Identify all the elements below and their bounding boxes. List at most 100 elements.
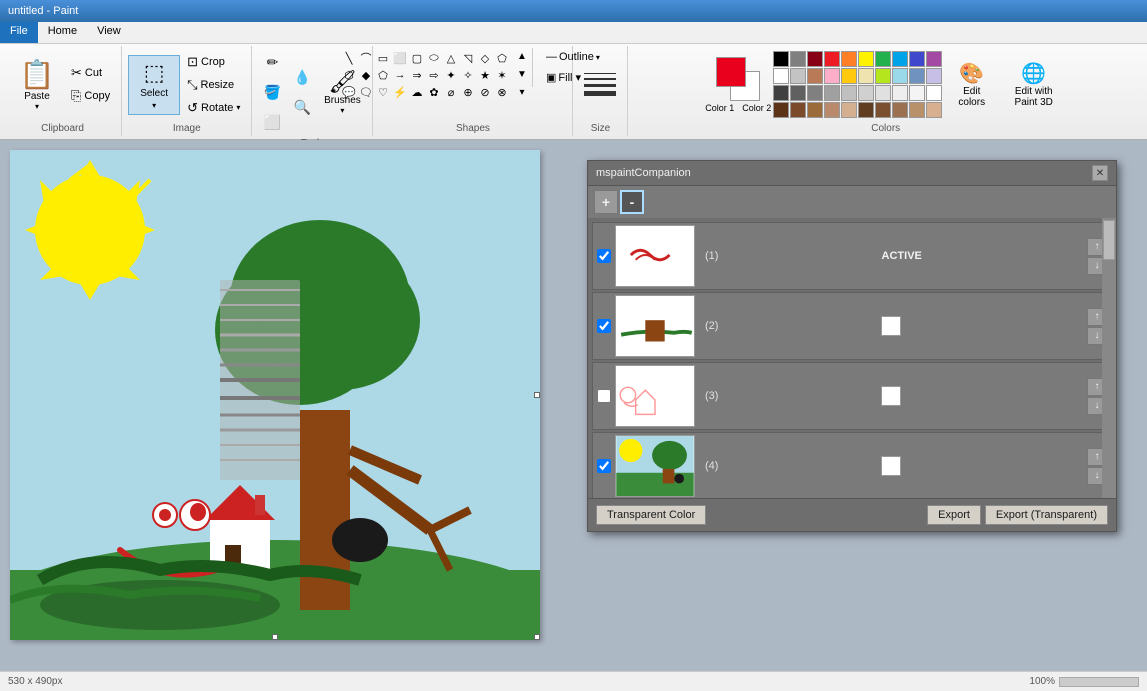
companion-close-button[interactable]: ✕ <box>1092 165 1108 181</box>
color-swatch[interactable] <box>926 68 942 84</box>
shape-star5[interactable]: ★ <box>477 67 493 83</box>
edit-with-3d-button[interactable]: 🌐 Edit with Paint 3D <box>1001 56 1066 113</box>
shape-triangle[interactable]: △ <box>443 50 459 66</box>
rotate-button[interactable]: ↺ Rotate ▾ <box>182 97 245 119</box>
crop-button[interactable]: ⊡ Crop <box>182 51 245 73</box>
shape-4arrow[interactable]: ✦ <box>443 67 459 83</box>
shapes-scroll-up[interactable]: ▲ <box>514 48 530 64</box>
shapes-scroll-more[interactable]: ▾ <box>514 84 530 100</box>
shape-arrow[interactable]: → <box>392 67 408 83</box>
color-swatch[interactable] <box>892 85 908 101</box>
color-swatch[interactable] <box>807 68 823 84</box>
color-swatch[interactable] <box>841 68 857 84</box>
color-swatch[interactable] <box>790 68 806 84</box>
menu-home[interactable]: Home <box>38 22 87 43</box>
color-swatch[interactable] <box>824 85 840 101</box>
shape-arrow2[interactable]: ⇒ <box>409 67 425 83</box>
color-swatch[interactable] <box>875 68 891 84</box>
color-swatch[interactable] <box>807 51 823 67</box>
layers-scrollbar[interactable] <box>1102 218 1116 498</box>
paste-button[interactable]: 📋 Paste ▾ <box>10 48 64 121</box>
color-swatch[interactable] <box>926 102 942 118</box>
eraser-button[interactable]: ⬜ <box>258 108 286 136</box>
shape-custom2[interactable]: ✿ <box>426 84 442 100</box>
layer-1-checkbox[interactable] <box>597 249 611 263</box>
resize-handle-bm[interactable] <box>272 634 278 640</box>
color-swatch[interactable] <box>909 51 925 67</box>
color1-swatch[interactable] <box>716 57 746 87</box>
scrollbar-thumb[interactable] <box>1103 220 1115 260</box>
color-swatch[interactable] <box>892 68 908 84</box>
shape-callout1[interactable]: 💬 <box>341 84 357 100</box>
color-swatch[interactable] <box>824 51 840 67</box>
color-swatch[interactable] <box>858 102 874 118</box>
color-swatch[interactable] <box>807 102 823 118</box>
color-swatch[interactable] <box>773 85 789 101</box>
layer-4-checkbox[interactable] <box>597 459 611 473</box>
size-3[interactable] <box>584 84 616 87</box>
transparent-color-button[interactable]: Transparent Color <box>596 505 706 525</box>
color-swatch[interactable] <box>909 102 925 118</box>
drawing-canvas[interactable] <box>10 150 540 640</box>
color-swatch[interactable] <box>892 102 908 118</box>
color-swatch[interactable] <box>858 85 874 101</box>
color-swatch[interactable] <box>909 68 925 84</box>
shape-right-tri[interactable]: ◹ <box>460 50 476 66</box>
shape-custom6[interactable]: ⊗ <box>494 84 510 100</box>
zoom-slider[interactable] <box>1059 677 1139 687</box>
color-swatch[interactable] <box>773 68 789 84</box>
shape-heart[interactable]: ♡ <box>375 84 391 100</box>
color-swatch[interactable] <box>824 68 840 84</box>
color-swatch[interactable] <box>858 68 874 84</box>
copy-button[interactable]: ⎘ Copy <box>66 85 115 107</box>
shape-pentagon[interactable]: ⬠ <box>494 50 510 66</box>
color-swatch[interactable] <box>790 85 806 101</box>
color-swatch[interactable] <box>807 85 823 101</box>
shape-line[interactable]: ╲ <box>341 50 357 66</box>
color-swatch[interactable] <box>926 85 942 101</box>
color-swatch[interactable] <box>909 85 925 101</box>
shape-callout2[interactable]: 🗨 <box>358 84 374 100</box>
color-swatch[interactable] <box>875 85 891 101</box>
pencil-button[interactable]: ✏ <box>258 48 286 76</box>
color-swatch[interactable] <box>875 102 891 118</box>
edit-colors-button[interactable]: 🎨 Edit colors <box>944 56 999 113</box>
shape-star4[interactable]: ✧ <box>460 67 476 83</box>
menu-view[interactable]: View <box>87 22 131 43</box>
shape-round-rect[interactable]: ▢ <box>409 50 425 66</box>
layer-2-checkbox[interactable] <box>597 319 611 333</box>
shape-oct[interactable]: ⬠ <box>375 67 391 83</box>
layer-3-checkbox[interactable] <box>597 389 611 403</box>
color-swatch[interactable] <box>858 51 874 67</box>
shapes-scroll-down[interactable]: ▼ <box>514 66 530 82</box>
companion-remove-button[interactable]: - <box>620 190 644 214</box>
color-swatch[interactable] <box>790 102 806 118</box>
shape-diamond[interactable]: ◇ <box>477 50 493 66</box>
shape-ellipse[interactable]: ⬭ <box>426 50 442 66</box>
shape-rect[interactable]: ▭ <box>375 50 391 66</box>
menu-file[interactable]: File <box>0 22 38 43</box>
color-swatch[interactable] <box>841 102 857 118</box>
color-swatch[interactable] <box>892 51 908 67</box>
shape-lightning[interactable]: ⚡ <box>392 84 408 100</box>
resize-button[interactable]: ⤡ Resize <box>182 74 245 96</box>
color-swatch[interactable] <box>841 85 857 101</box>
shape-star6[interactable]: ✶ <box>494 67 510 83</box>
shape-rhombus[interactable]: ◆ <box>358 67 374 83</box>
companion-add-button[interactable]: + <box>594 190 618 214</box>
color-swatch[interactable] <box>841 51 857 67</box>
export-transparent-button[interactable]: Export (Transparent) <box>985 505 1108 525</box>
cut-button[interactable]: ✂ Cut <box>66 62 115 84</box>
color-swatch[interactable] <box>773 102 789 118</box>
color-swatch[interactable] <box>875 51 891 67</box>
shape-curve[interactable]: ⌒ <box>358 50 374 66</box>
shape-custom3[interactable]: ⌀ <box>443 84 459 100</box>
fill-button[interactable]: 🪣 <box>258 78 286 106</box>
shape-hex[interactable]: ⬡ <box>341 67 357 83</box>
export-button[interactable]: Export <box>927 505 981 525</box>
color-swatch[interactable] <box>790 51 806 67</box>
shape-rect2[interactable]: ⬜ <box>392 50 408 66</box>
resize-handle-mr[interactable] <box>534 392 540 398</box>
shape-custom5[interactable]: ⊘ <box>477 84 493 100</box>
shape-custom1[interactable]: ☁ <box>409 84 425 100</box>
